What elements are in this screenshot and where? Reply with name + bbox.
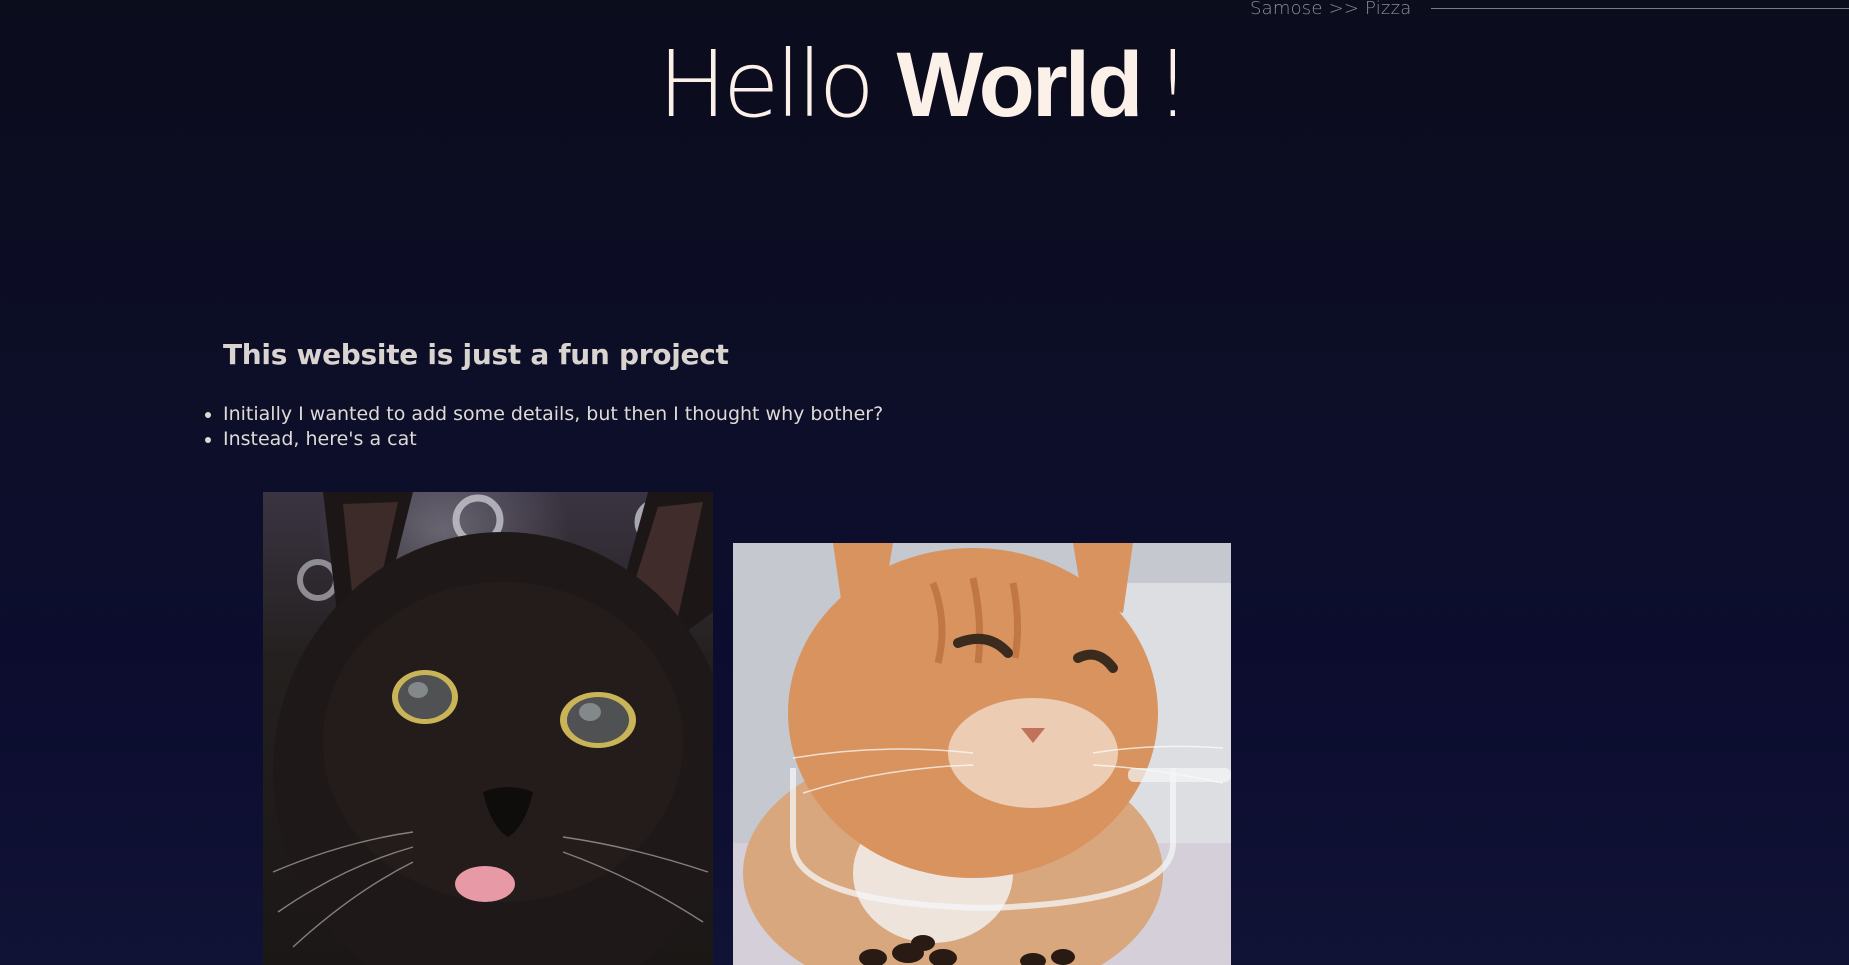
nav-divider-line <box>1431 7 1849 9</box>
list-item: Initially I wanted to add some details, … <box>223 402 883 427</box>
hero-exclamation: ! <box>1154 31 1192 138</box>
black-cat-image <box>263 492 713 965</box>
list-item: Instead, here's a cat <box>223 427 883 452</box>
hero-title: Hello World! <box>0 30 1849 140</box>
black-cat-illustration <box>272 492 713 965</box>
hero-word-hello: Hello <box>657 31 875 138</box>
orange-cat-illustration <box>733 543 1231 965</box>
orange-cat-image <box>733 543 1231 965</box>
section-heading: This website is just a fun project <box>223 338 729 371</box>
bullet-list: Initially I wanted to add some details, … <box>200 402 883 452</box>
nav-breadcrumb-link[interactable]: Samose >> Pizza <box>1250 0 1411 19</box>
top-nav: Samose >> Pizza <box>1250 0 1849 20</box>
hero-word-world: World <box>896 34 1143 136</box>
